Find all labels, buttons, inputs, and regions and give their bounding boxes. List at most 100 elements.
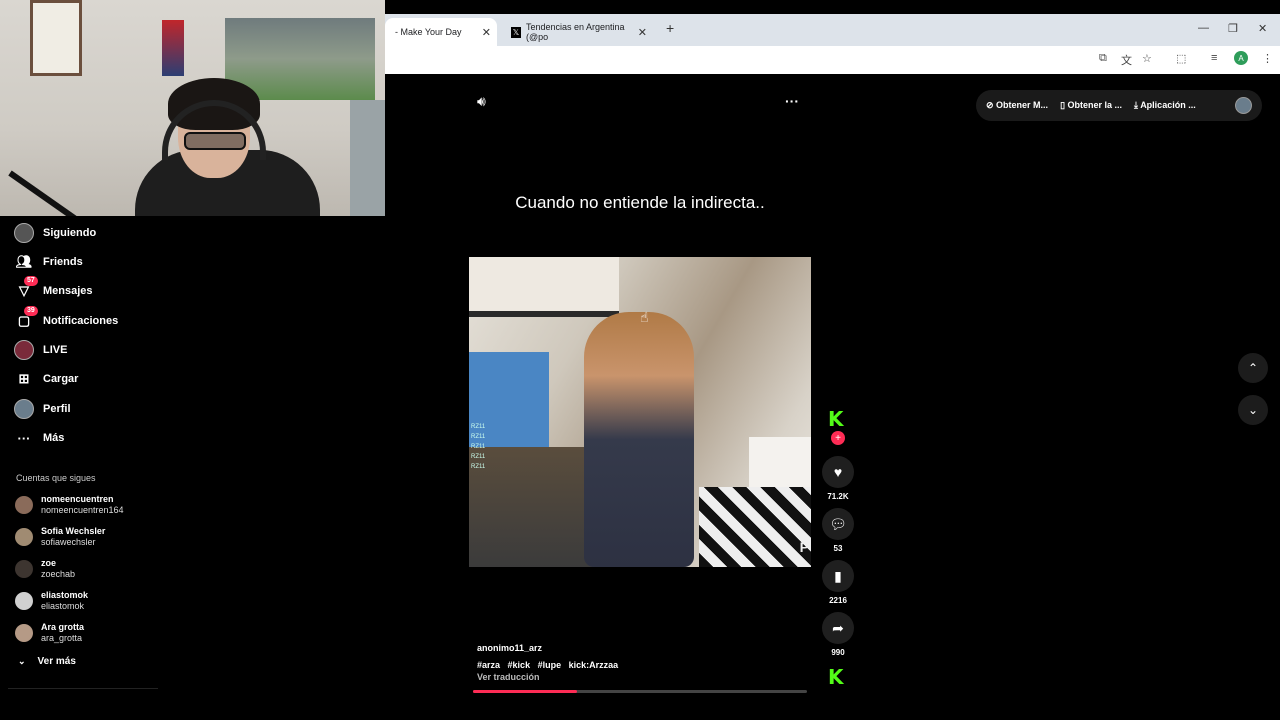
- get-app-button[interactable]: ▯ Obtener la ...: [1060, 100, 1122, 111]
- video-watermark: ▲ P: [781, 539, 809, 555]
- live-icon: [14, 340, 34, 360]
- pill-label: Aplicación ...: [1140, 100, 1196, 110]
- hashtag-link[interactable]: #kick: [508, 660, 531, 670]
- video-player[interactable]: RZ11 RZ11 RZ11 RZ11 RZ11 ▲ P: [469, 257, 811, 567]
- x-logo-icon: 𝕏: [511, 26, 521, 38]
- heart-icon: ♥: [833, 464, 843, 480]
- see-translation-link[interactable]: Ver traducción: [477, 672, 540, 682]
- mouse-cursor-icon: ☝︎: [640, 309, 649, 325]
- chat-line: RZ11: [471, 424, 486, 430]
- ver-mas-label: Ver más: [37, 656, 76, 667]
- video-hashtags: #arza #kick #lupe kick:Arzzaa: [477, 660, 623, 670]
- video-progress-bar[interactable]: [473, 690, 807, 693]
- nav-cargar[interactable]: ⊞ Cargar: [14, 368, 79, 390]
- comment-button[interactable]: 💬︎: [822, 508, 854, 540]
- nav-mas[interactable]: ··· Más: [14, 427, 65, 449]
- notifications-icon: ▢ 39: [14, 306, 38, 331]
- nav-label: Siguiendo: [43, 227, 97, 239]
- follow-plus-icon[interactable]: +: [831, 431, 845, 445]
- reading-list-icon[interactable]: ≡: [1211, 52, 1217, 64]
- browser-tab-strip: - Make Your Day ✕ 𝕏 Tendencias en Argent…: [385, 14, 1280, 46]
- close-tab-icon[interactable]: ✕: [638, 26, 647, 39]
- maximize-icon[interactable]: ❐: [1228, 22, 1238, 35]
- nav-label: Notificaciones: [43, 315, 119, 327]
- download-app-button[interactable]: ⤓ Aplicación ...: [1134, 100, 1196, 111]
- minimize-icon[interactable]: —: [1198, 22, 1209, 34]
- get-coins-button[interactable]: ⊘ Obtener M...: [986, 100, 1048, 111]
- avatar: [15, 496, 33, 514]
- messages-icon: ▽ 57: [14, 276, 38, 301]
- close-tab-icon[interactable]: ✕: [482, 26, 491, 39]
- user-avatar[interactable]: [1235, 97, 1252, 114]
- close-window-icon[interactable]: ✕: [1258, 22, 1267, 35]
- nav-siguiendo[interactable]: Siguiendo: [14, 222, 96, 244]
- following-account[interactable]: nomeencuentren nomeencuentren164: [15, 492, 124, 518]
- pill-label: Obtener la ...: [1067, 100, 1123, 110]
- install-app-icon[interactable]: ⧉: [1099, 52, 1107, 65]
- kick-sound-icon[interactable]: K: [828, 665, 844, 689]
- following-account[interactable]: zoe zoechab: [15, 556, 75, 582]
- person-cooking: [584, 312, 694, 567]
- chat-line: RZ11: [471, 434, 486, 440]
- hashtag-link[interactable]: #lupe: [538, 660, 562, 670]
- account-name: nomeencuentren: [41, 494, 114, 504]
- following-account[interactable]: Ara grotta ara_grotta: [15, 620, 84, 646]
- save-button[interactable]: ▮: [822, 560, 854, 592]
- account-name: zoe: [41, 558, 57, 568]
- tab-x-trends[interactable]: 𝕏 Tendencias en Argentina (@po ✕: [505, 18, 653, 46]
- bookmark-star-icon[interactable]: ☆: [1142, 52, 1152, 65]
- share-button[interactable]: ➦: [822, 612, 854, 644]
- following-section-title: Cuentas que sigues: [16, 473, 96, 483]
- following-account[interactable]: Sofia Wechsler sofiawechsler: [15, 524, 105, 550]
- profile-icon: [14, 399, 34, 419]
- account-handle: nomeencuentren164: [41, 505, 124, 515]
- glasses: [184, 132, 246, 150]
- more-options-icon[interactable]: ···: [785, 93, 799, 109]
- chat-line: RZ11: [471, 464, 486, 470]
- share-count: 990: [831, 648, 845, 657]
- chevron-down-icon: ⌄: [1247, 403, 1259, 417]
- hashtag-link[interactable]: #arza: [477, 660, 500, 670]
- following-account[interactable]: eliastomok eliastomok: [15, 588, 88, 614]
- nav-notificaciones[interactable]: ▢ 39 Notificaciones: [14, 306, 119, 332]
- new-tab-button[interactable]: +: [666, 20, 674, 36]
- nav-friends[interactable]: 👥︎ Friends: [14, 251, 83, 273]
- video-caption: Cuando no entiende la indirecta..: [515, 193, 765, 212]
- nav-mensajes[interactable]: ▽ 57 Mensajes: [14, 276, 93, 302]
- friends-icon: 👥︎: [15, 254, 33, 269]
- account-handle: sofiawechsler: [41, 537, 96, 547]
- extensions-icon[interactable]: ⬚: [1176, 52, 1186, 65]
- nav-label: Perfil: [43, 403, 71, 415]
- wall-poster: [30, 0, 82, 76]
- profile-avatar[interactable]: A: [1234, 51, 1248, 65]
- like-button[interactable]: ♥: [822, 456, 854, 488]
- avatar: [15, 560, 33, 578]
- nav-label: Friends: [43, 256, 83, 268]
- nav-label: Cargar: [43, 373, 79, 385]
- watermark-text: P: [799, 539, 809, 555]
- curtain: [350, 100, 385, 216]
- kitchen-cabinet: [469, 257, 619, 317]
- volume-icon[interactable]: 🔊︎: [477, 93, 486, 110]
- tab-tiktok[interactable]: - Make Your Day ✕: [385, 18, 497, 46]
- hashtag-link[interactable]: kick:Arzzaa: [569, 660, 619, 670]
- nav-live[interactable]: LIVE: [14, 339, 67, 361]
- ver-mas-button[interactable]: ⌄ Ver más: [18, 656, 76, 667]
- kick-logo-icon[interactable]: K: [828, 407, 844, 431]
- kebab-menu-icon[interactable]: ⋮: [1262, 52, 1273, 65]
- nav-perfil[interactable]: Perfil: [14, 398, 71, 420]
- sidebar-divider: [8, 688, 158, 689]
- chat-line: RZ11: [471, 444, 486, 450]
- next-video-button[interactable]: ⌄: [1238, 395, 1268, 425]
- account-handle: ara_grotta: [41, 633, 83, 643]
- top-action-bar: ⊘ Obtener M... ▯ Obtener la ... ⤓ Aplica…: [976, 90, 1262, 121]
- chat-line: RZ11: [471, 454, 486, 460]
- following-avatar-icon: [14, 223, 34, 243]
- stream-chat: RZ11 RZ11 RZ11 RZ11 RZ11: [471, 422, 485, 472]
- account-handle: zoechab: [41, 569, 76, 579]
- nav-label: LIVE: [43, 344, 68, 356]
- previous-video-button[interactable]: ⌃: [1238, 353, 1268, 383]
- notifications-badge: 39: [24, 306, 38, 316]
- translate-icon[interactable]: 文: [1121, 52, 1132, 68]
- video-author[interactable]: anonimo11_arz: [477, 643, 542, 653]
